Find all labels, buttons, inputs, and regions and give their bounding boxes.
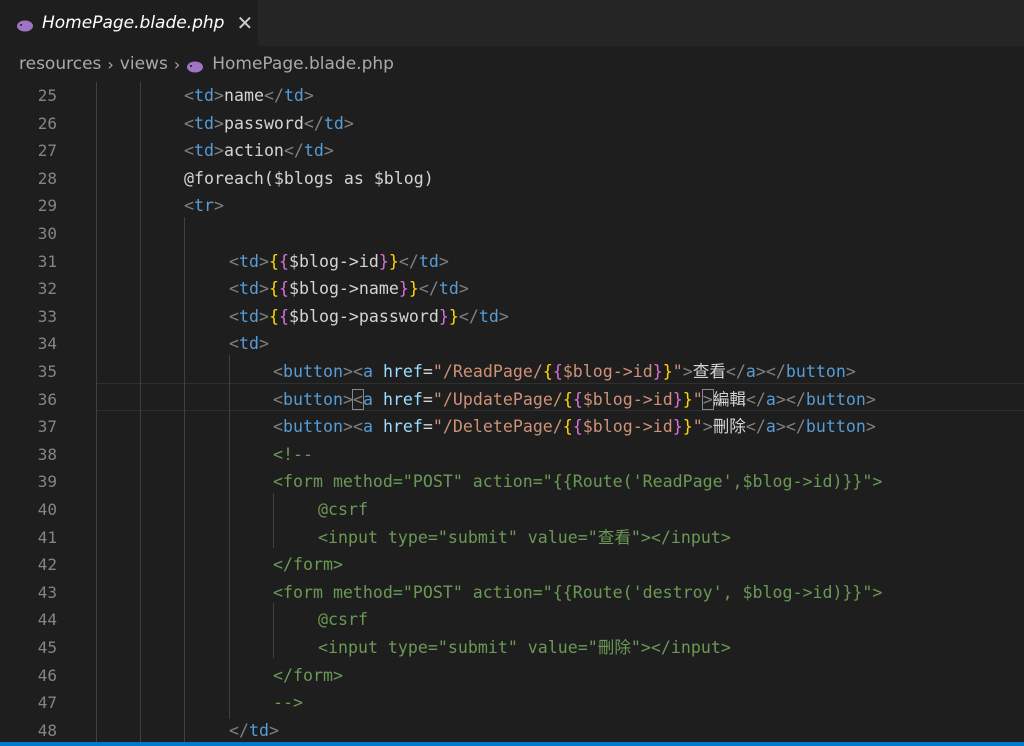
line-number: 32 (37, 279, 57, 299)
line-number: 26 (37, 113, 57, 133)
line-number: 45 (37, 638, 57, 657)
line-number: 47 (37, 693, 57, 713)
code-text: $blog->name (288, 279, 399, 299)
indent-guide (229, 355, 230, 719)
breadcrumb: resources › views › HomePage.blade.php (0, 46, 1024, 82)
line-number: 39 (37, 472, 57, 492)
status-bar-edge (0, 742, 1024, 746)
code-line-34[interactable]: <td> (229, 330, 269, 358)
code-line-32[interactable]: <td>{{$blog->name}}</td> (229, 275, 469, 303)
code-line-25[interactable]: <td>name</td> (184, 82, 314, 110)
php-elephant-icon (186, 58, 204, 73)
code-line-41[interactable]: <input type="submit" value="查看"></input> (318, 524, 731, 552)
code-text: name (223, 86, 264, 105)
code-text: 查看 (692, 362, 726, 381)
indent-guide (273, 493, 274, 548)
line-number: 37 (37, 417, 57, 437)
line-number: 38 (37, 444, 57, 464)
code-line-28[interactable]: @foreach($blogs as $blog) (184, 165, 434, 193)
code-line-26[interactable]: <td>password</td> (184, 110, 354, 138)
code-text: action (223, 141, 284, 161)
line-number: 35 (37, 362, 57, 381)
code-string: /DeletePage/ (442, 417, 563, 437)
line-number: 33 (37, 306, 57, 326)
line-number: 25 (37, 86, 57, 105)
breadcrumb-file[interactable]: HomePage.blade.php (186, 54, 394, 74)
line-number: 40 (37, 500, 57, 519)
line-number: 42 (37, 555, 57, 575)
code-line-35[interactable]: <button><a href="/ReadPage/{{$blog->id}}… (273, 358, 856, 386)
breadcrumb-views[interactable]: views (120, 54, 168, 74)
code-line-46[interactable]: </form> (273, 662, 343, 690)
code-line-33[interactable]: <td>{{$blog->password}}</td> (229, 303, 509, 331)
code-text: password (223, 113, 304, 133)
code-line-44[interactable]: @csrf (318, 606, 368, 634)
code-line-39[interactable]: <form method="POST" action="{{Route('Rea… (273, 468, 882, 496)
code-line-48[interactable]: </td> (229, 717, 279, 745)
line-number: 28 (37, 168, 57, 188)
code-line-40[interactable]: @csrf (318, 496, 368, 524)
line-number: 31 (37, 251, 57, 271)
code-line-27[interactable]: <td>action</td> (184, 137, 334, 165)
line-number: 48 (37, 720, 57, 740)
line-number: 41 (37, 527, 57, 547)
code-text: 編輯 (712, 389, 746, 409)
code-line-37[interactable]: <button><a href="/DeletePage/{{$blog->id… (273, 413, 876, 441)
line-number: 36 (37, 389, 57, 409)
code-line-31[interactable]: <td>{{$blog->id}}</td> (229, 248, 449, 276)
indent-guide (184, 217, 185, 746)
code-line-45[interactable]: <input type="submit" value="刪除"></input> (318, 634, 731, 662)
tab-title: HomePage.blade.php (42, 13, 225, 33)
line-number: 46 (37, 665, 57, 685)
indent-guide (140, 82, 141, 746)
code-string: /UpdatePage/ (442, 389, 563, 409)
php-elephant-icon (16, 17, 34, 32)
breadcrumb-resources[interactable]: resources (19, 54, 101, 74)
line-number: 34 (37, 334, 57, 354)
code-text: $blog->id (288, 251, 379, 271)
code-line-42[interactable]: </form> (273, 551, 343, 579)
code-line-38[interactable]: <!-- (273, 441, 313, 469)
code-line-47[interactable]: --> (273, 689, 303, 717)
code-editor[interactable]: 25 26 27 28 29 30 31 32 33 34 35 36 37 38 39 40 41 42 43 44… (0, 82, 1024, 746)
chevron-right-icon: › (107, 54, 114, 74)
breadcrumb-file-label: HomePage.blade.php (212, 54, 394, 74)
code-text: 刪除 (712, 417, 746, 437)
code-line-36[interactable]: <button><a href="/UpdatePage/{{$blog->id… (273, 386, 876, 414)
code-line-43[interactable]: <form method="POST" action="{{Route('des… (273, 579, 882, 607)
indent-guide (96, 82, 97, 746)
tab-homepage-blade[interactable]: HomePage.blade.php ✕ (0, 0, 258, 46)
line-number: 29 (37, 196, 57, 216)
code-text: $blog->password (288, 306, 439, 326)
line-number: 27 (37, 141, 57, 161)
line-number: 30 (37, 224, 57, 243)
indent-guide (273, 603, 274, 658)
close-icon[interactable]: ✕ (236, 13, 253, 33)
line-number: 43 (37, 582, 57, 602)
code-line-29[interactable]: <tr> (184, 192, 224, 220)
line-number-gutter: 25 26 27 28 29 30 31 32 33 34 35 36 37 38 39 40 41 42 43 44… (0, 82, 72, 746)
tab-bar: HomePage.blade.php ✕ (0, 0, 1024, 46)
line-number: 44 (37, 610, 57, 630)
chevron-right-icon: › (173, 54, 181, 74)
code-string: /ReadPage/ (442, 362, 543, 381)
